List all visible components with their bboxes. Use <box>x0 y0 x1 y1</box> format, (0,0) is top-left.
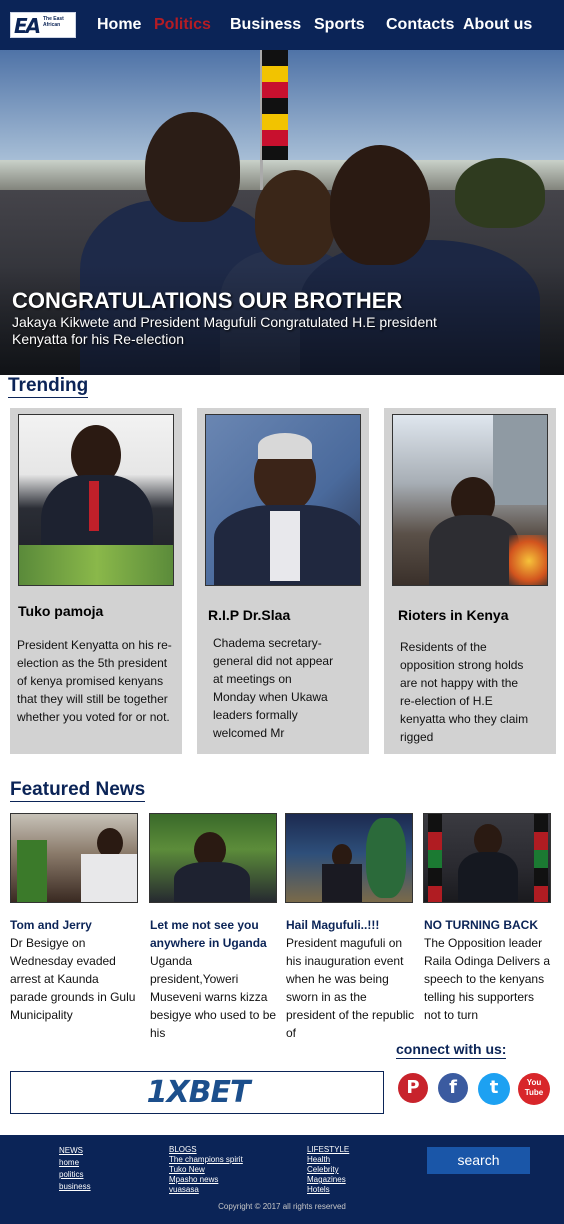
nav-sports[interactable]: Sports <box>314 15 365 35</box>
hero-photo-person <box>455 158 545 228</box>
footer-link[interactable]: Tuko New <box>169 1165 243 1175</box>
hero-photo-person <box>330 145 430 265</box>
trending-card[interactable]: R.I.P Dr.Slaa Chadema secretary-general … <box>197 408 369 754</box>
featured-title[interactable]: Let me not see you anywhere in Uganda <box>150 916 278 952</box>
hero-headline[interactable]: CONGRATULATIONS OUR BROTHER <box>12 288 402 314</box>
featured-title[interactable]: Hail Magufuli..!!! <box>286 916 414 934</box>
trending-title[interactable]: Tuko pamoja <box>18 602 103 620</box>
trending-title[interactable]: R.I.P Dr.Slaa <box>208 606 290 624</box>
hero-subtitle: Jakaya Kikwete and President Magufuli Co… <box>12 314 437 347</box>
footer-link[interactable]: Hotels <box>307 1185 349 1195</box>
trending-heading: Trending <box>8 375 89 398</box>
twitter-glyph: t <box>489 1077 499 1098</box>
site-logo[interactable]: EA The East African <box>10 12 76 38</box>
footer-link[interactable]: politics <box>59 1169 91 1180</box>
trending-card[interactable]: Tuko pamoja President Kenyatta on his re… <box>10 408 182 754</box>
footer-link[interactable]: vuasasa <box>169 1185 243 1195</box>
trending-photo[interactable] <box>392 414 548 586</box>
trending-title[interactable]: Rioters in Kenya <box>398 606 508 624</box>
footer-blogs-heading[interactable]: BLOGS <box>169 1145 243 1155</box>
trending-card[interactable]: Rioters in Kenya Residents of the opposi… <box>384 408 556 754</box>
hero-photo-person <box>145 112 240 222</box>
featured-photo[interactable] <box>423 813 551 903</box>
footer-blogs-column: BLOGS The champions spirit Tuko New Mpas… <box>169 1145 243 1195</box>
trending-photo[interactable] <box>18 414 174 586</box>
hero-banner[interactable]: CONGRATULATIONS OUR BROTHER Jakaya Kikwe… <box>0 50 564 375</box>
trending-photo[interactable] <box>205 414 361 586</box>
pinterest-glyph: P <box>406 1077 420 1098</box>
footer-link[interactable]: The champions spirit <box>169 1155 243 1165</box>
hero-photo-person <box>255 170 335 265</box>
nav-politics[interactable]: Politics <box>154 15 211 35</box>
top-navigation-bar: EA The East African Home Politics Busine… <box>0 0 564 50</box>
footer-link[interactable]: Health <box>307 1155 349 1165</box>
footer-link[interactable]: Celebrity <box>307 1165 349 1175</box>
footer-link[interactable]: home <box>59 1157 91 1168</box>
facebook-icon[interactable]: f <box>438 1073 468 1103</box>
footer-lifestyle-heading[interactable]: LIFESTYLE <box>307 1145 349 1155</box>
featured-photo[interactable] <box>10 813 138 903</box>
featured-title[interactable]: NO TURNING BACK <box>424 916 554 934</box>
site-footer: NEWS home politics business BLOGS The ch… <box>0 1135 564 1224</box>
youtube-icon[interactable]: You Tube <box>518 1073 550 1105</box>
advertisement-banner[interactable]: 1XBET <box>10 1071 384 1114</box>
footer-link[interactable]: Mpasho news <box>169 1175 243 1185</box>
ad-logo-text: 1XBET <box>146 1075 251 1110</box>
featured-text: The Opposition leader Raila Odinga Deliv… <box>424 936 551 1022</box>
featured-photo[interactable] <box>149 813 277 903</box>
page: EA The East African Home Politics Busine… <box>0 0 564 1224</box>
featured-text: Dr Besigye on Wednesday evaded arrest at… <box>10 936 136 1022</box>
youtube-glyph: You Tube <box>524 1078 544 1097</box>
uganda-flag-image <box>262 50 288 160</box>
footer-lifestyle-column: LIFESTYLE Health Celebrity Magazines Hot… <box>307 1145 349 1195</box>
footer-link[interactable]: business <box>59 1181 91 1192</box>
twitter-icon[interactable]: t <box>478 1073 510 1105</box>
featured-heading: Featured News <box>10 779 146 802</box>
trending-text: Residents of the opposition strong holds… <box>400 640 529 744</box>
search-button[interactable]: search <box>427 1147 530 1174</box>
trending-text: Chadema secretary-general did not appear… <box>213 636 334 740</box>
nav-about-us[interactable]: About us <box>463 15 532 35</box>
footer-link[interactable]: Magazines <box>307 1175 349 1185</box>
featured-photo[interactable] <box>285 813 413 903</box>
trending-text: President Kenyatta on his re-election as… <box>17 638 172 724</box>
nav-business[interactable]: Business <box>230 15 301 35</box>
featured-title[interactable]: Tom and Jerry <box>10 916 140 934</box>
featured-text: President magufuli on his inauguration e… <box>286 936 415 1040</box>
footer-news-column: NEWS home politics business <box>59 1145 91 1192</box>
pinterest-icon[interactable]: P <box>398 1073 428 1103</box>
nav-contacts[interactable]: Contacts <box>386 15 454 35</box>
copyright-text: Copyright © 2017 all rights reserved <box>218 1202 346 1211</box>
featured-text: Uganda president,Yoweri Museveni warns k… <box>150 954 277 1040</box>
footer-news-heading[interactable]: NEWS <box>59 1145 91 1156</box>
facebook-glyph: f <box>449 1077 457 1098</box>
nav-home[interactable]: Home <box>97 15 141 35</box>
logo-mark: EA <box>14 14 41 38</box>
connect-heading: connect with us: <box>396 1041 507 1059</box>
logo-tagline: The East African <box>43 16 64 28</box>
